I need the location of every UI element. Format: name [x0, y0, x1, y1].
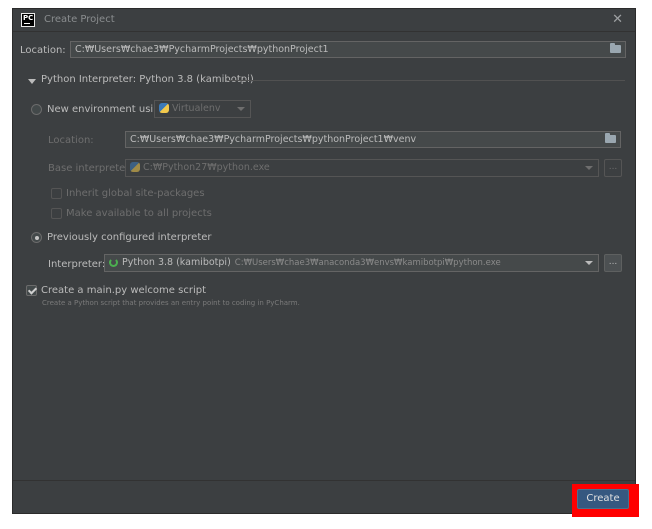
base-interpreter-label: Base interpreter: [48, 163, 133, 174]
inherit-packages-checkbox[interactable] [51, 188, 62, 199]
chevron-down-icon [585, 166, 593, 170]
previously-configured-radio[interactable] [31, 232, 42, 243]
folder-icon[interactable] [605, 133, 616, 143]
location-field[interactable]: C:₩Users₩chae3₩PycharmProjects₩pythonPro… [70, 41, 626, 58]
venv-location-field[interactable]: C:₩Users₩chae3₩PycharmProjects₩pythonPro… [125, 131, 621, 148]
create-button[interactable]: Create [577, 489, 629, 509]
dialog-footer [13, 480, 635, 513]
create-project-dialog: PC Create Project ✕ Location: C:₩Users₩c… [12, 8, 636, 514]
chevron-down-icon [237, 107, 245, 111]
venv-location-label: Location: [48, 135, 94, 146]
title-bar: PC Create Project ✕ [13, 9, 635, 32]
python-icon [130, 162, 140, 172]
new-environment-label: New environment using [47, 104, 166, 115]
welcome-script-hint: Create a Python script that provides an … [42, 299, 300, 307]
interpreter-dropdown[interactable]: Python 3.8 (kamibotpi) C:₩Users₩chae3₩ana… [104, 254, 599, 272]
interpreter-browse-button[interactable]: ... [604, 254, 622, 272]
pycharm-logo-icon: PC [21, 13, 35, 27]
chevron-down-icon [585, 261, 593, 265]
section-divider [227, 80, 625, 81]
python-icon [159, 103, 169, 113]
environment-tool-dropdown[interactable]: Virtualenv [154, 100, 251, 118]
base-interpreter-browse-button[interactable]: ... [604, 159, 622, 177]
dialog-title: Create Project [44, 14, 115, 25]
collapse-triangle-icon[interactable] [28, 79, 36, 84]
conda-env-icon [109, 258, 118, 267]
make-available-checkbox[interactable] [51, 208, 62, 219]
location-label: Location: [20, 45, 66, 56]
base-interpreter-dropdown[interactable]: C:₩Python27₩python.exe [125, 159, 599, 177]
welcome-script-checkbox[interactable] [26, 285, 37, 296]
previously-configured-label: Previously configured interpreter [47, 232, 212, 243]
close-icon[interactable]: ✕ [612, 12, 623, 27]
interpreter-section-title[interactable]: Python Interpreter: Python 3.8 (kamibotp… [41, 74, 254, 85]
interpreter-label: Interpreter: [48, 259, 106, 270]
folder-icon[interactable] [610, 43, 621, 53]
inherit-packages-label: Inherit global site-packages [66, 188, 205, 199]
welcome-script-label: Create a main.py welcome script [41, 285, 206, 296]
new-environment-radio[interactable] [31, 104, 42, 115]
make-available-label: Make available to all projects [66, 208, 212, 219]
